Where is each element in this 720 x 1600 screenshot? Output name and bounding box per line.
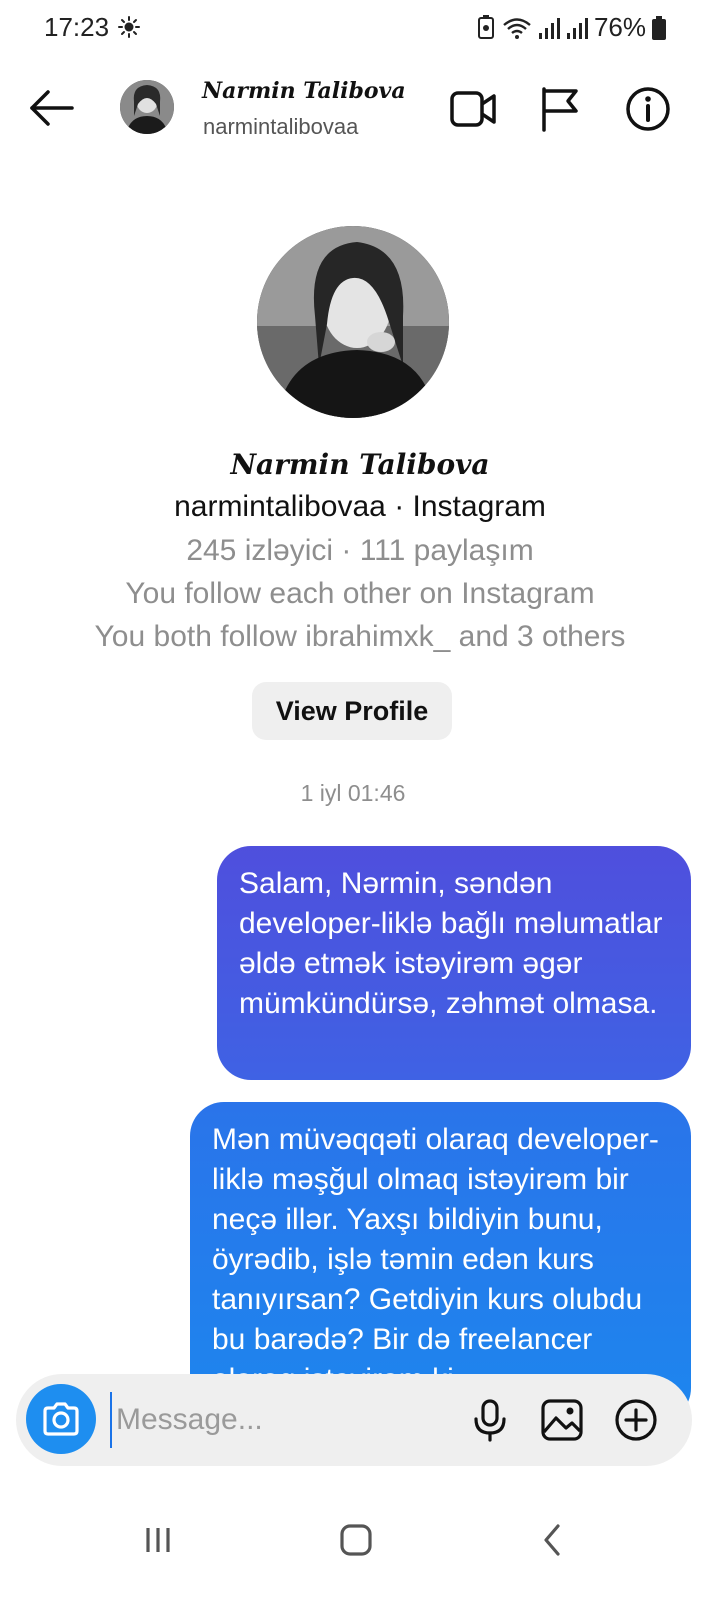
profile-handle-line: narmintalibovaa · Instagram	[174, 490, 546, 523]
profile-mutual-line: You both follow ibrahimxk_ and 3 others	[94, 620, 626, 653]
profile-follow-line: You follow each other on Instagram	[125, 577, 595, 610]
chat-header: Narmin Talibova narmintalibovaa	[0, 60, 720, 160]
battery-icon	[652, 15, 666, 40]
camera-icon	[43, 1402, 79, 1436]
header-avatar[interactable]	[120, 80, 174, 134]
message-input[interactable]	[110, 1392, 450, 1448]
signal-icon-1	[538, 17, 560, 39]
header-username[interactable]: narmintalibovaa	[203, 114, 358, 140]
status-icons: 76%	[476, 12, 666, 43]
battery-percent: 76%	[593, 12, 646, 42]
gallery-icon[interactable]	[538, 1396, 586, 1444]
camera-button[interactable]	[26, 1384, 96, 1454]
video-call-icon[interactable]	[448, 84, 498, 134]
recent-apps-icon[interactable]	[128, 1508, 188, 1568]
add-icon[interactable]	[612, 1396, 660, 1444]
profile-avatar[interactable]	[257, 226, 449, 418]
view-profile-button[interactable]: View Profile	[252, 682, 452, 740]
back-arrow-icon[interactable]	[24, 86, 78, 130]
brightness-icon	[118, 16, 140, 38]
home-icon[interactable]	[326, 1508, 386, 1568]
status-bar: 17:23 76%	[0, 0, 720, 60]
info-icon[interactable]	[623, 84, 673, 134]
signal-icon-2	[566, 17, 588, 39]
back-icon[interactable]	[522, 1508, 582, 1568]
status-time: 17:23	[44, 12, 110, 42]
microphone-icon[interactable]	[466, 1396, 514, 1444]
data-saver-icon	[477, 14, 494, 39]
flag-icon[interactable]	[536, 84, 586, 134]
wifi-icon	[503, 17, 531, 39]
header-display-name[interactable]: Narmin Talibova	[202, 78, 406, 104]
message-bubble-sent[interactable]: Salam, Nərmin, səndən developer-liklə ba…	[217, 846, 691, 1080]
profile-display-name: Narmin Talibova	[230, 448, 490, 481]
profile-stats-line: 245 izləyici · 111 paylaşım	[186, 534, 534, 567]
message-composer	[16, 1374, 692, 1466]
message-timestamp: 1 iyl 01:46	[300, 780, 406, 806]
system-nav-bar	[0, 1490, 720, 1600]
